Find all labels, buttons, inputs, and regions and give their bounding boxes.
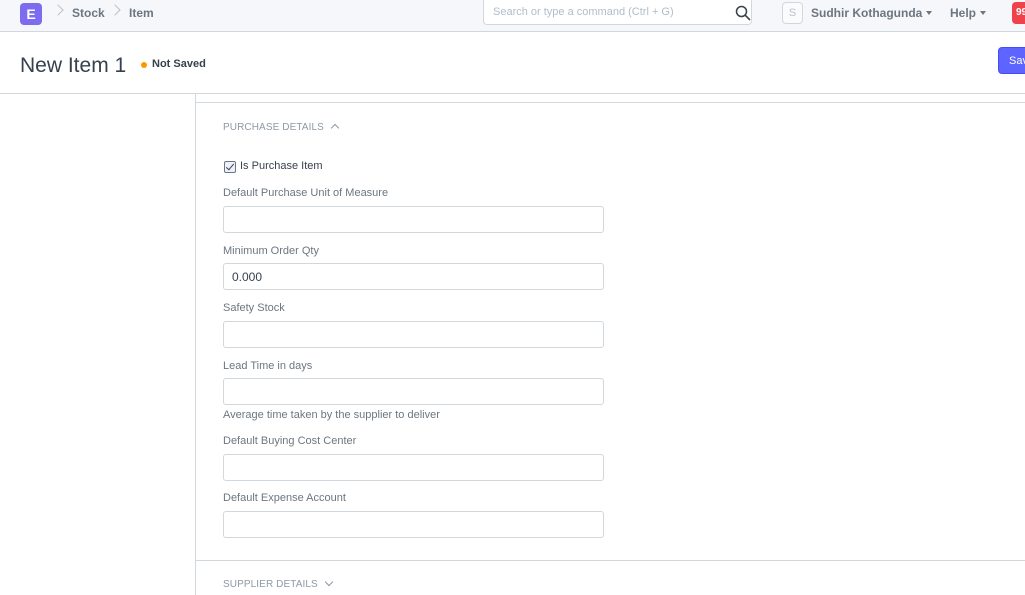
is-purchase-item-checkbox[interactable] bbox=[224, 161, 236, 173]
chevron-down-icon bbox=[324, 578, 334, 587]
top-navbar: E Stock Item S Sudhir Kothagunda Help 99 bbox=[0, 0, 1025, 32]
purchase-details-section-head[interactable]: PURCHASE DETAILS bbox=[223, 122, 340, 133]
caret-down-icon bbox=[980, 10, 987, 15]
is-purchase-item-label[interactable]: Is Purchase Item bbox=[240, 160, 323, 172]
save-button[interactable]: Save bbox=[998, 47, 1025, 74]
safety-stock-input[interactable] bbox=[223, 321, 604, 348]
chevron-right-icon bbox=[52, 4, 64, 16]
default-purchase-uom-label: Default Purchase Unit of Measure bbox=[223, 187, 389, 199]
chevron-up-icon bbox=[330, 123, 340, 133]
help-label: Help bbox=[950, 6, 977, 20]
default-buying-cost-center-input[interactable] bbox=[223, 454, 604, 481]
section-divider bbox=[196, 560, 1025, 561]
default-expense-account-label: Default Expense Account bbox=[223, 492, 346, 504]
user-menu-dropdown[interactable]: Sudhir Kothagunda bbox=[811, 6, 933, 20]
chevron-right-icon bbox=[109, 4, 121, 16]
section-divider bbox=[196, 102, 1025, 103]
lead-time-help-text: Average time taken by the supplier to de… bbox=[223, 409, 440, 421]
help-menu-dropdown[interactable]: Help bbox=[950, 6, 987, 20]
search-box bbox=[483, 0, 752, 25]
default-expense-account-input[interactable] bbox=[223, 511, 604, 538]
search-input[interactable] bbox=[493, 6, 728, 18]
search-icon[interactable] bbox=[735, 5, 751, 21]
breadcrumb-stock[interactable]: Stock bbox=[72, 6, 105, 20]
minimum-order-qty-input[interactable] bbox=[223, 263, 604, 290]
lead-time-label: Lead Time in days bbox=[223, 360, 313, 372]
supplier-details-section-head[interactable]: SUPPLIER DETAILS bbox=[223, 578, 334, 590]
default-purchase-uom-input[interactable] bbox=[223, 206, 604, 233]
form-layout: PURCHASE DETAILS Is Purchase Item Defaul… bbox=[195, 94, 1025, 595]
section-title: SUPPLIER DETAILS bbox=[223, 579, 318, 590]
breadcrumb-item[interactable]: Item bbox=[129, 6, 154, 20]
caret-down-icon bbox=[926, 10, 933, 15]
minimum-order-qty-label: Minimum Order Qty bbox=[223, 245, 319, 257]
lead-time-input[interactable] bbox=[223, 378, 604, 405]
status-indicator-icon bbox=[141, 62, 147, 68]
safety-stock-label: Safety Stock bbox=[223, 302, 285, 314]
user-name: Sudhir Kothagunda bbox=[811, 6, 923, 20]
page-head: New Item 1 Not Saved Save bbox=[0, 33, 1025, 94]
avatar[interactable]: S bbox=[782, 2, 803, 24]
section-title: PURCHASE DETAILS bbox=[223, 122, 324, 133]
status-badge: Not Saved bbox=[152, 58, 206, 70]
default-buying-cost-center-label: Default Buying Cost Center bbox=[223, 435, 357, 447]
page-title: New Item 1 bbox=[20, 54, 127, 77]
notification-badge[interactable]: 99 bbox=[1012, 2, 1025, 24]
app-logo[interactable]: E bbox=[20, 3, 42, 25]
